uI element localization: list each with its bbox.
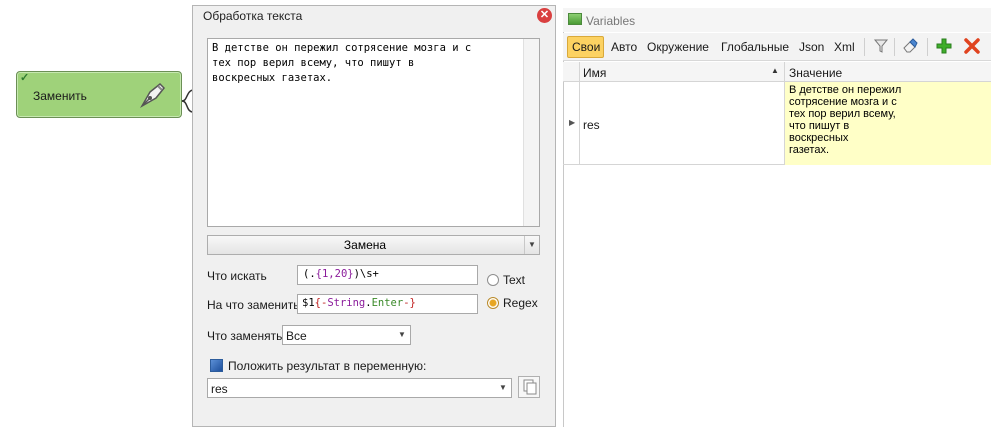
grid-divider: [784, 82, 785, 165]
replace-value: $1{-String.Enter-}: [302, 297, 416, 309]
panel-title: Обработка текста: [203, 9, 303, 23]
text-radio[interactable]: [487, 274, 499, 286]
toolbar-divider: [894, 38, 895, 56]
mode-dropdown-value: Замена: [343, 238, 387, 252]
variable-dropdown[interactable]: [207, 378, 512, 398]
chevron-down-icon[interactable]: ▼: [524, 236, 539, 254]
save-result-checkbox[interactable]: [210, 359, 223, 372]
expand-row-icon[interactable]: ▶: [569, 118, 575, 127]
replace-value-bracket: {-: [314, 297, 328, 309]
tab-environment[interactable]: Окружение: [647, 40, 709, 54]
grid-divider: [784, 62, 785, 82]
tab-auto[interactable]: Авто: [611, 40, 637, 54]
table-cell-value[interactable]: В детстве он пережил сотрясение мозга и …: [789, 84, 909, 156]
eraser-icon[interactable]: [902, 38, 918, 54]
variables-title: Variables: [586, 14, 636, 28]
replace-value-bracket: -}: [403, 297, 416, 309]
action-node-label: Заменить: [33, 89, 87, 103]
find-label: Что искать: [207, 269, 267, 283]
replace-label: На что заменить: [207, 298, 300, 312]
find-value: (.{1,20})\s+: [303, 268, 379, 280]
column-header-name[interactable]: Имя: [583, 66, 606, 80]
tab-own[interactable]: Свои: [572, 40, 600, 54]
text-radio-label: Text: [503, 273, 526, 287]
toolbar-divider: [864, 38, 865, 56]
pen-nib-icon: [136, 78, 170, 112]
grid-divider: [579, 82, 580, 165]
replace-value-part: $1: [302, 297, 315, 309]
sort-ascending-icon[interactable]: ▲: [771, 66, 779, 75]
check-icon: ✓: [20, 72, 30, 84]
filter-icon[interactable]: [873, 38, 889, 54]
save-result-label: Положить результат в переменную:: [228, 359, 427, 373]
find-value-part: (.: [303, 268, 316, 280]
scope-label: Что заменять: [207, 329, 283, 343]
regex-radio[interactable]: [487, 297, 499, 309]
chevron-down-icon[interactable]: ▼: [495, 379, 511, 397]
column-header-value[interactable]: Значение: [789, 66, 842, 80]
replace-value-macro: Enter: [371, 297, 404, 309]
table-cell-name: res: [583, 118, 600, 132]
chevron-down-icon[interactable]: ▼: [394, 326, 410, 344]
variables-window-icon: [568, 13, 582, 25]
tab-json[interactable]: Json: [799, 40, 824, 54]
scope-dropdown-value: Все: [286, 329, 307, 343]
copy-icon[interactable]: [518, 376, 540, 398]
delete-icon[interactable]: [964, 38, 980, 54]
text-area-scrollbar[interactable]: [523, 39, 539, 226]
replace-value-macro: String: [327, 297, 366, 309]
text-input-content: В детстве он пережил сотрясение мозга и …: [212, 42, 472, 84]
close-icon[interactable]: ✕: [537, 8, 552, 23]
tab-xml[interactable]: Xml: [834, 40, 855, 54]
grid-divider: [579, 62, 580, 82]
tab-global[interactable]: Глобальные: [721, 40, 789, 54]
variable-dropdown-value: res: [211, 382, 228, 396]
regex-radio-label: Regex: [503, 296, 538, 310]
find-value-quantifier: {1,20}: [315, 268, 354, 280]
find-value-part: )\s+: [353, 268, 379, 280]
add-icon[interactable]: [936, 38, 952, 54]
toolbar-divider: [927, 38, 928, 56]
